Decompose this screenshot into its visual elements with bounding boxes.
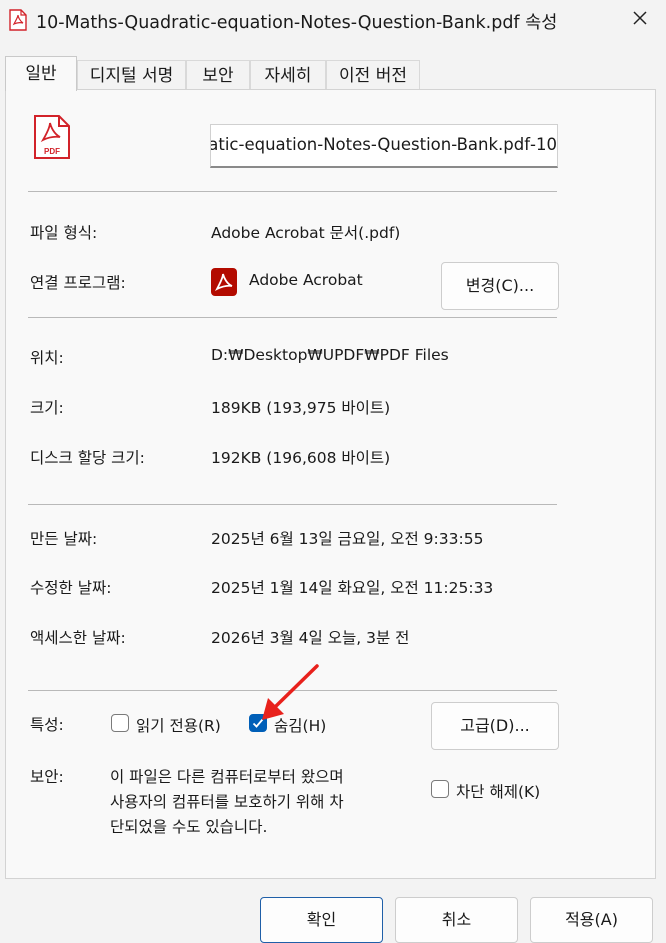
ok-button[interactable]: 확인	[260, 897, 383, 943]
security-text-line3: 단되었을 수도 있습니다.	[110, 818, 268, 836]
tab-previous-versions[interactable]: 이전 버전	[326, 60, 420, 90]
adobe-acrobat-icon	[211, 268, 237, 296]
readonly-label[interactable]: 읽기 전용(R)	[136, 714, 221, 736]
size-value: 189KB (193,975 바이트)	[211, 399, 391, 417]
pdf-file-icon	[8, 9, 28, 31]
tab-general[interactable]: 일반	[5, 56, 77, 91]
change-program-button[interactable]: 변경(C)...	[441, 262, 559, 310]
general-tab-panel	[5, 89, 656, 879]
accessed-value: 2026년 3월 4일 오늘, 3분 전	[211, 629, 410, 647]
separator	[28, 317, 557, 318]
location-label: 위치:	[30, 349, 64, 367]
disk-size-value: 192KB (196,608 바이트)	[211, 449, 391, 467]
window-title: 10-Maths-Quadratic-equation-Notes-Questi…	[36, 13, 558, 33]
apply-button[interactable]: 적용(A)	[530, 897, 653, 943]
tab-security[interactable]: 보안	[186, 60, 250, 90]
file-type-label: 파일 형식:	[30, 224, 98, 242]
red-arrow-icon	[256, 660, 322, 726]
opens-with-value: Adobe Acrobat	[249, 271, 363, 289]
file-name-value: 10-Maths-Quadratic-equation-Notes-Questi…	[211, 135, 557, 154]
location-value: D:₩Desktop₩UPDF₩PDF Files	[211, 346, 449, 364]
tab-digital-signature[interactable]: 디지털 서명	[77, 60, 186, 90]
modified-value: 2025년 1월 14일 화요일, 오전 11:25:33	[211, 579, 494, 597]
size-label: 크기:	[30, 399, 64, 417]
file-name-input[interactable]: 10-Maths-Quadratic-equation-Notes-Questi…	[210, 124, 558, 168]
separator	[28, 504, 557, 505]
security-text-line2: 사용자의 컴퓨터를 보호하기 위해 차	[110, 793, 344, 811]
created-value: 2025년 6월 13일 금요일, 오전 9:33:55	[211, 530, 484, 548]
close-icon	[632, 10, 648, 30]
close-button[interactable]	[622, 4, 658, 36]
tab-details[interactable]: 자세히	[250, 60, 326, 90]
unblock-label[interactable]: 차단 해제(K)	[456, 780, 540, 802]
title-bar: 10-Maths-Quadratic-equation-Notes-Questi…	[0, 0, 666, 44]
advanced-button[interactable]: 고급(D)...	[431, 702, 559, 750]
attributes-label: 특성:	[30, 716, 64, 734]
security-label: 보안:	[30, 768, 64, 786]
created-label: 만든 날짜:	[30, 530, 98, 548]
svg-text:PDF: PDF	[44, 147, 60, 156]
file-type-value: Adobe Acrobat 문서(.pdf)	[211, 224, 401, 242]
security-text-line1: 이 파일은 다른 컴퓨터로부터 왔으며	[110, 768, 344, 786]
cancel-button[interactable]: 취소	[395, 897, 518, 943]
disk-size-label: 디스크 할당 크기:	[30, 449, 145, 467]
opens-with-label: 연결 프로그램:	[30, 274, 126, 292]
unblock-checkbox[interactable]	[431, 780, 449, 798]
accessed-label: 액세스한 날짜:	[30, 629, 126, 647]
pdf-file-icon: PDF	[33, 114, 71, 160]
tab-bar: 일반 디지털 서명 보안 자세히 이전 버전	[0, 56, 666, 91]
modified-label: 수정한 날짜:	[30, 579, 112, 597]
readonly-checkbox[interactable]	[111, 714, 129, 732]
separator	[28, 191, 557, 192]
